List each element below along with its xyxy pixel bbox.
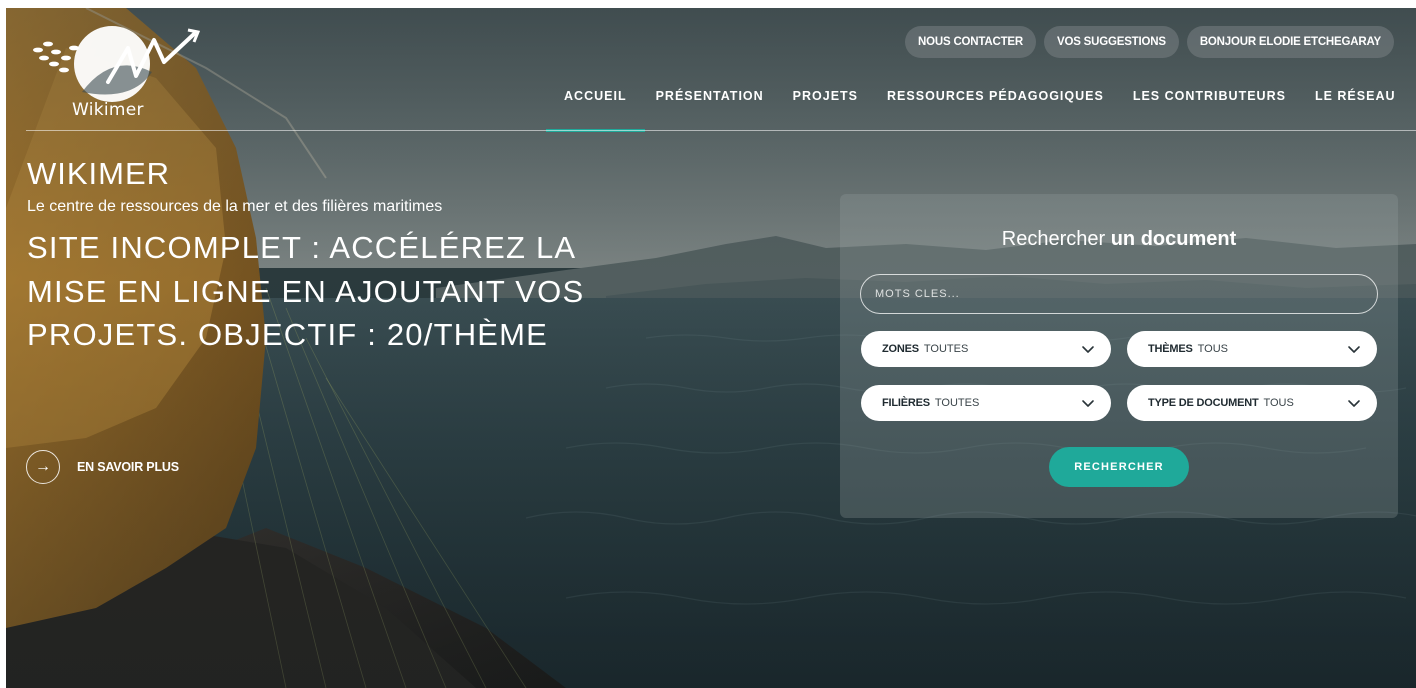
learn-more-link[interactable]: → EN SAVOIR PLUS [26,450,179,484]
document-search-panel: Rechercher un document ZONES TOUTES THÈM… [840,194,1398,518]
site-tagline: Le centre de ressources de la mer et des… [27,198,443,215]
header-divider [26,130,1416,131]
nav-item-presentation[interactable]: PRÉSENTATION [641,86,778,106]
site-title: WIKIMER [27,156,171,191]
arrow-right-icon: → [26,450,60,484]
account-button[interactable]: BONJOUR ELODIE ETCHEGARAY [1186,26,1394,58]
chevron-down-icon [1348,346,1360,353]
themes-select[interactable]: THÈMES TOUS [1127,331,1377,367]
nav-item-accueil[interactable]: ACCUEIL [545,86,645,132]
nav-item-projets[interactable]: PROJETS [778,86,872,106]
themes-select-label: THÈMES [1148,343,1193,355]
search-title-prefix: Rechercher [1001,228,1106,250]
suggestions-button[interactable]: VOS SUGGESTIONS [1044,26,1179,58]
document-type-select-value: TOUS [1263,397,1294,409]
hero-section: Wikimer NOUS CONTACTER VOS SUGGESTIONS B… [6,8,1416,688]
zones-select[interactable]: ZONES TOUTES [861,331,1111,367]
document-type-select[interactable]: TYPE DE DOCUMENT TOUS [1127,385,1377,421]
learn-more-label: EN SAVOIR PLUS [77,460,179,474]
chevron-down-icon [1082,400,1094,407]
keywords-input[interactable] [860,274,1378,314]
contact-button[interactable]: NOUS CONTACTER [905,26,1036,58]
themes-select-value: TOUS [1197,343,1228,355]
document-type-select-label: TYPE DE DOCUMENT [1148,397,1259,409]
hero-headline: SITE INCOMPLET : ACCÉLÉREZ LA MISE EN LI… [27,230,585,352]
main-navigation: ACCUEIL PRÉSENTATION PROJETS RESSOURCES … [545,86,1410,132]
chevron-down-icon [1348,400,1360,407]
nav-item-ressources-pedagogiques[interactable]: RESSOURCES PÉDAGOGIQUES [873,86,1119,106]
logo-wordmark: Wikimer [72,100,144,120]
filieres-select-value: TOUTES [934,397,980,409]
utility-links: NOUS CONTACTER VOS SUGGESTIONS BONJOUR E… [905,26,1394,58]
search-submit-button[interactable]: RECHERCHER [1049,447,1189,487]
chevron-down-icon [1082,346,1094,353]
filieres-select-label: FILIÈRES [882,397,930,409]
filieres-select[interactable]: FILIÈRES TOUTES [861,385,1111,421]
nav-item-contributeurs[interactable]: LES CONTRIBUTEURS [1118,86,1300,106]
zones-select-value: TOUTES [923,343,969,355]
search-title-bold: un document [1110,228,1237,250]
search-title: Rechercher un document [840,228,1398,251]
nav-item-reseau[interactable]: LE RÉSEAU [1300,86,1410,106]
zones-select-label: ZONES [882,343,919,355]
